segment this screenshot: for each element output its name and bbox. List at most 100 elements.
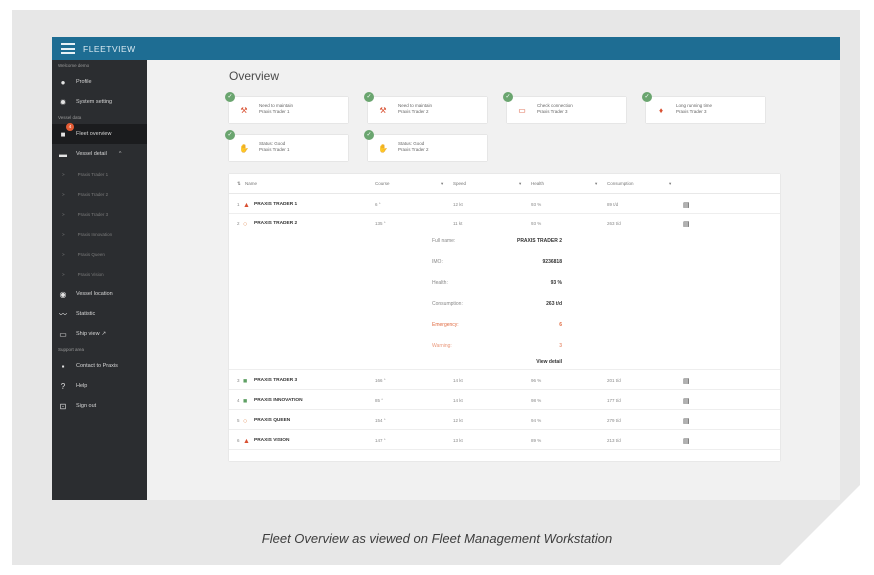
col-name[interactable]: Name (245, 181, 257, 186)
detail-consumption: 263 t/d (546, 301, 562, 307)
table-row[interactable]: 4 ■ PRAXIS INNOVATION 85 ° 14 kt 98 % 17… (229, 390, 780, 410)
sidebar-item-label: Profile (76, 79, 92, 85)
chat-icon: ▪ (61, 361, 65, 371)
sidebar-item-system-setting[interactable]: ✹ System setting (52, 92, 147, 112)
sort-icon[interactable]: ⇅ (237, 181, 241, 187)
document-icon[interactable]: ▤ (683, 398, 690, 405)
sidebar-item-vessel-detail[interactable]: ▬ Vessel detail ^ (52, 144, 147, 164)
alert-card[interactable]: ✓ ▭ Check connection Praxis Trader 3 (503, 92, 626, 123)
check-icon[interactable]: ✓ (364, 92, 374, 102)
vessel-detail-expanded: Full name: PRAXIS TRADER 2 IMO: 9236818 … (229, 232, 780, 370)
card-line2: Praxis Trader 3 (537, 109, 568, 114)
section-vessel-data: Vessel data (58, 115, 82, 120)
chevron-down-icon[interactable]: ▾ (669, 181, 671, 187)
document-icon[interactable]: ▤ (683, 221, 690, 228)
detail-label: IMO: (432, 259, 443, 265)
menu-icon[interactable] (61, 43, 75, 54)
detail-emergency: 6 (559, 322, 562, 328)
col-speed[interactable]: Speed (453, 181, 466, 186)
sidebar-subitem-4[interactable]: > Praxis Innovation (52, 224, 147, 244)
document-icon[interactable]: ▤ (683, 418, 690, 425)
external-link-icon: ↗ (101, 331, 107, 337)
row-number: 5 (237, 418, 240, 423)
sidebar-subitem-label: Praxis Trader 2 (77, 191, 109, 197)
vessel-name: PRAXIS QUEEN (254, 418, 291, 423)
table-row[interactable]: 1 ▲ PRAXIS TRADER 1 6 ° 12 kt 93 % 89 t/… (229, 194, 780, 214)
sidebar-item-statistic[interactable]: 〰 Statistic (52, 304, 147, 324)
table-row[interactable]: 3 ■ PRAXIS TRADER 3 166 ° 14 kt 96 % 201… (229, 370, 780, 390)
ship-icon: ▬ (59, 149, 67, 159)
row-number: 1 (237, 202, 240, 207)
card-line2: Praxis Trader 3 (676, 109, 707, 114)
check-icon[interactable]: ✓ (642, 92, 652, 102)
vessel-speed: 14 kt (453, 398, 463, 403)
detail-label: Consumption: (432, 301, 463, 307)
col-health[interactable]: Health (531, 181, 544, 186)
sidebar-subitem-label: Praxis Innovation (77, 231, 113, 237)
table-header: ⇅ Name Course ▾ Speed ▾ Health ▾ Consump… (229, 174, 780, 194)
table-row[interactable]: 2 ○ PRAXIS TRADER 2 135 ° 11 kt 93 % 263… (229, 213, 780, 233)
sidebar-item-help[interactable]: ? Help (52, 376, 147, 396)
sidebar-item-profile[interactable]: ● Profile (52, 72, 147, 92)
vessel-name: PRAXIS VISION (254, 438, 290, 443)
vessel-health: 89 % (531, 438, 542, 443)
sidebar-item-sign-out[interactable]: ⊡ Sign out (52, 396, 147, 416)
gear-icon: ✹ (59, 97, 67, 107)
sidebar-item-label: Fleet overview (76, 131, 112, 137)
chevron-right-icon: > (62, 191, 65, 197)
vessel-speed: 13 kt (453, 438, 463, 443)
alert-circle-icon: ○ (243, 221, 248, 228)
help-icon: ? (60, 381, 66, 391)
view-detail-link[interactable]: View detail (517, 359, 562, 365)
vessel-name: PRAXIS TRADER 3 (254, 378, 298, 383)
chevron-down-icon[interactable]: ▾ (441, 181, 443, 187)
table-row[interactable]: 6 ▲ PRAXIS VISION 147 ° 13 kt 89 % 213 t… (229, 430, 780, 450)
detail-label: Health: (432, 280, 448, 286)
row-number: 4 (237, 398, 240, 403)
document-icon[interactable]: ▤ (683, 378, 690, 385)
sidebar: Welcome demo ● Profile ✹ System setting … (52, 60, 147, 500)
sidebar-item-fleet-overview[interactable]: ■ 4 Fleet overview (52, 123, 147, 144)
detail-warning: 3 (559, 343, 562, 349)
vessel-consumption: 263 t/d (607, 221, 621, 226)
alert-card[interactable]: ✓ ♦ Long running time Praxis Trader 3 (642, 92, 765, 123)
monitor-icon: ▭ (59, 329, 67, 339)
compass-icon: ◉ (59, 289, 67, 299)
sidebar-subitem-3[interactable]: > Praxis Trader 3 (52, 204, 147, 224)
sidebar-subitem-6[interactable]: > Praxis Vision (52, 264, 147, 284)
vessel-health: 94 % (531, 418, 542, 423)
check-icon[interactable]: ✓ (364, 130, 374, 140)
alert-card[interactable]: ✓ ⚒ Need to maintain Praxis Trader 2 (364, 92, 487, 123)
vessel-course: 154 ° (375, 418, 386, 423)
col-course[interactable]: Course (375, 181, 390, 186)
status-card[interactable]: ✓ ✋ Status: Good Praxis Trader 1 (225, 130, 348, 161)
sidebar-item-label: Sign out (76, 403, 97, 409)
grid-icon: ■ (60, 129, 66, 139)
status-card[interactable]: ✓ ✋ Status: Good Praxis Trader 2 (364, 130, 487, 161)
check-icon[interactable]: ✓ (225, 130, 235, 140)
thumbs-up-icon: ✋ (378, 144, 388, 153)
warning-triangle-icon: ▲ (243, 438, 250, 445)
document-icon[interactable]: ▤ (683, 202, 690, 209)
main-content: Overview ✓ ⚒ Need to maintain Praxis Trad… (147, 60, 840, 500)
sidebar-subitem-1[interactable]: > Praxis Trader 1 (52, 164, 147, 184)
check-icon[interactable]: ✓ (503, 92, 513, 102)
connection-icon: ▭ (518, 106, 526, 115)
sidebar-item-contact[interactable]: ▪ Contact to Praxis (52, 356, 147, 376)
sidebar-subitem-5[interactable]: > Praxis Queen (52, 244, 147, 264)
check-icon[interactable]: ✓ (225, 92, 235, 102)
sidebar-item-label: Help (76, 383, 88, 389)
table-row[interactable]: 5 ○ PRAXIS QUEEN 154 ° 12 kt 94 % 279 t/… (229, 410, 780, 430)
vessel-consumption: 279 t/d (607, 418, 621, 423)
sidebar-subitem-2[interactable]: > Praxis Trader 2 (52, 184, 147, 204)
chevron-down-icon[interactable]: ▾ (519, 181, 521, 187)
col-consumption[interactable]: Consumption (607, 181, 634, 186)
alert-card[interactable]: ✓ ⚒ Need to maintain Praxis Trader 1 (225, 92, 348, 123)
sidebar-item-ship-view[interactable]: ▭ Ship view ↗ (52, 324, 147, 344)
vessel-speed: 14 kt (453, 378, 463, 383)
vessel-name: PRAXIS INNOVATION (254, 398, 303, 403)
document-icon[interactable]: ▤ (683, 438, 690, 445)
chevron-down-icon[interactable]: ▾ (595, 181, 597, 187)
card-line2: Praxis Trader 2 (398, 109, 429, 114)
sidebar-item-vessel-location[interactable]: ◉ Vessel location (52, 284, 147, 304)
